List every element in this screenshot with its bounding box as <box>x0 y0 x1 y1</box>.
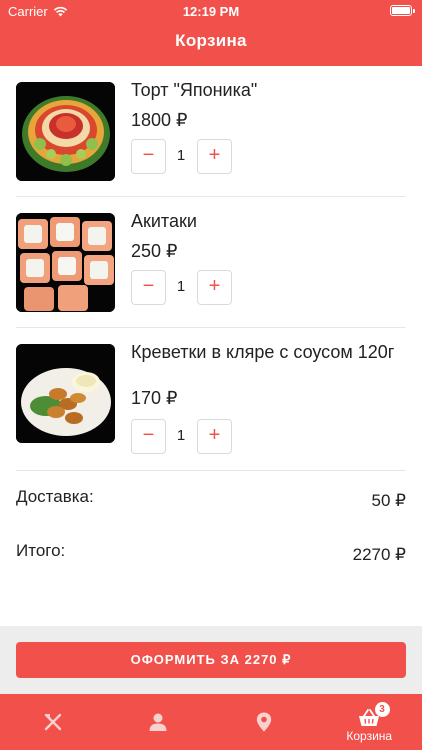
app-header: Carrier 12:19 PM Корзина <box>0 0 422 66</box>
increment-button[interactable]: + <box>197 270 232 305</box>
page-title: Корзина <box>175 31 247 50</box>
total-label: Итого: <box>16 541 66 560</box>
checkout-bar: ОФОРМИТЬ ЗА 2270 ₽ <box>0 626 422 694</box>
quantity-value: 1 <box>176 147 186 164</box>
status-time: 12:19 PM <box>182 4 240 19</box>
fork-knife-icon <box>44 713 61 731</box>
checkout-button[interactable]: ОФОРМИТЬ ЗА 2270 ₽ <box>16 642 406 678</box>
tab-bar: 3 Корзина <box>0 694 422 750</box>
quantity-value: 1 <box>176 278 186 295</box>
japanese-cake-roll-image <box>16 82 115 181</box>
delivery-value: 50 ₽ <box>371 491 406 510</box>
item-price: 250 ₽ <box>131 241 178 261</box>
cart-count-badge: 3 <box>374 702 390 717</box>
tab-location[interactable] <box>211 694 317 750</box>
akitaki-rolls-image <box>16 213 115 312</box>
person-icon <box>149 713 167 731</box>
item-price: 1800 ₽ <box>131 110 188 130</box>
battered-shrimp-image <box>16 344 115 443</box>
cart-content: Торт "Японика" 1800 ₽ − 1 + Акитаки 250 … <box>0 66 422 626</box>
cart-item: Акитаки 250 ₽ − 1 + <box>0 197 422 328</box>
tab-menu[interactable] <box>0 694 106 750</box>
increment-button[interactable]: + <box>197 419 232 454</box>
total-value: 2270 ₽ <box>352 545 406 564</box>
decrement-button[interactable]: − <box>131 419 166 454</box>
tab-cart[interactable]: 3 Корзина <box>317 694 422 750</box>
battery-icon <box>390 5 415 16</box>
item-price: 170 ₽ <box>131 388 178 408</box>
tab-cart-label: Корзина <box>346 729 393 743</box>
increment-button[interactable]: + <box>197 139 232 174</box>
decrement-button[interactable]: − <box>131 139 166 174</box>
quantity-value: 1 <box>176 427 186 444</box>
cart-item: Торт "Японика" 1800 ₽ − 1 + <box>0 66 422 197</box>
delivery-label: Доставка: <box>16 487 94 506</box>
tab-profile[interactable] <box>106 694 212 750</box>
cart-item: Креветки в кляре с соусом 120г 170 ₽ − 1… <box>0 328 422 471</box>
location-pin-icon <box>256 712 271 732</box>
item-name: Креветки в кляре с соусом 120г <box>131 342 395 362</box>
decrement-button[interactable]: − <box>131 270 166 305</box>
status-bar: Carrier 12:19 PM <box>0 0 422 22</box>
divider <box>16 470 406 471</box>
item-name: Торт "Японика" <box>131 80 258 100</box>
item-name: Акитаки <box>131 211 197 231</box>
